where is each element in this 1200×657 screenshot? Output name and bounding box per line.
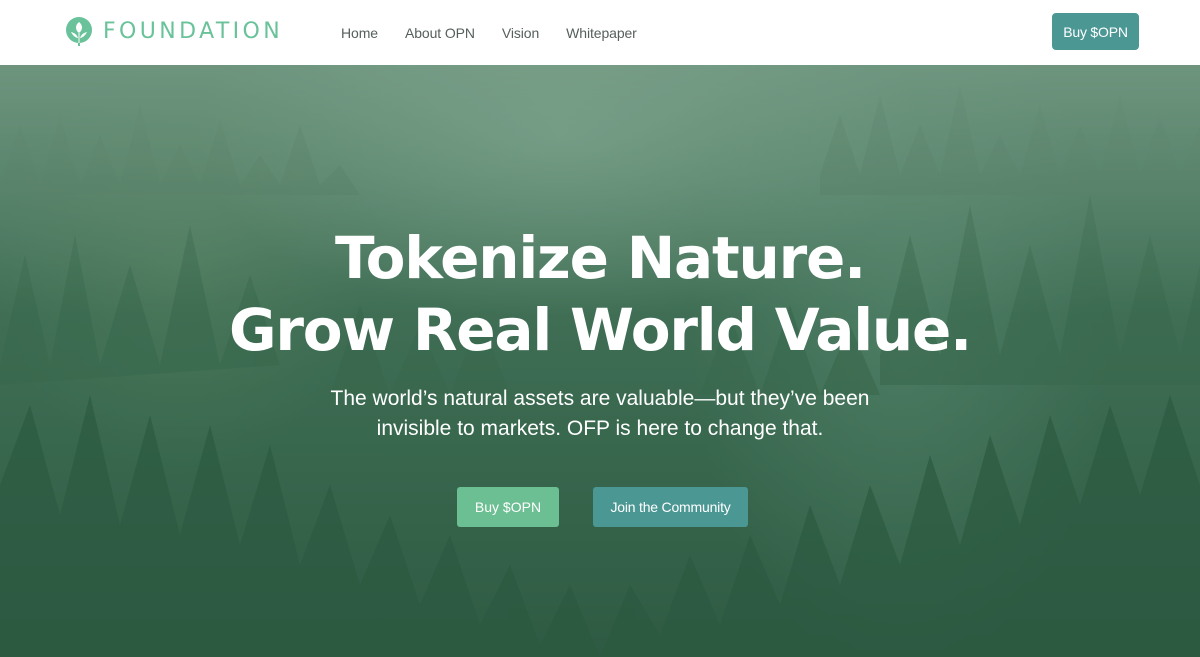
nav-whitepaper[interactable]: Whitepaper bbox=[566, 26, 637, 40]
brand-name: FOUNDATION bbox=[103, 19, 284, 44]
nav-about-opn[interactable]: About OPN bbox=[405, 26, 475, 40]
hero-headline: Tokenize Nature. Grow Real World Value. bbox=[0, 222, 1200, 366]
leaf-logo-icon bbox=[66, 17, 92, 46]
header-buy-button[interactable]: Buy $OPN bbox=[1052, 13, 1139, 50]
landing-page: FOUNDATION Home About OPN Vision Whitepa… bbox=[0, 0, 1200, 657]
hero-section: Tokenize Nature. Grow Real World Value. … bbox=[0, 65, 1200, 657]
main-nav: Home About OPN Vision Whitepaper bbox=[341, 0, 664, 65]
brand-logo-link[interactable]: FOUNDATION bbox=[65, 15, 283, 49]
site-header: FOUNDATION Home About OPN Vision Whitepa… bbox=[0, 0, 1200, 65]
hero-buy-button[interactable]: Buy $OPN bbox=[457, 487, 559, 527]
headline-line-1: Tokenize Nature. bbox=[335, 224, 866, 292]
hero-subtitle: The world’s natural assets are valuable—… bbox=[330, 387, 870, 440]
nav-vision[interactable]: Vision bbox=[502, 26, 539, 40]
headline-line-2: Grow Real World Value. bbox=[229, 296, 972, 364]
join-community-button[interactable]: Join the Community bbox=[593, 487, 748, 527]
nav-home[interactable]: Home bbox=[341, 26, 378, 40]
hero-content: Tokenize Nature. Grow Real World Value. … bbox=[0, 65, 1200, 657]
